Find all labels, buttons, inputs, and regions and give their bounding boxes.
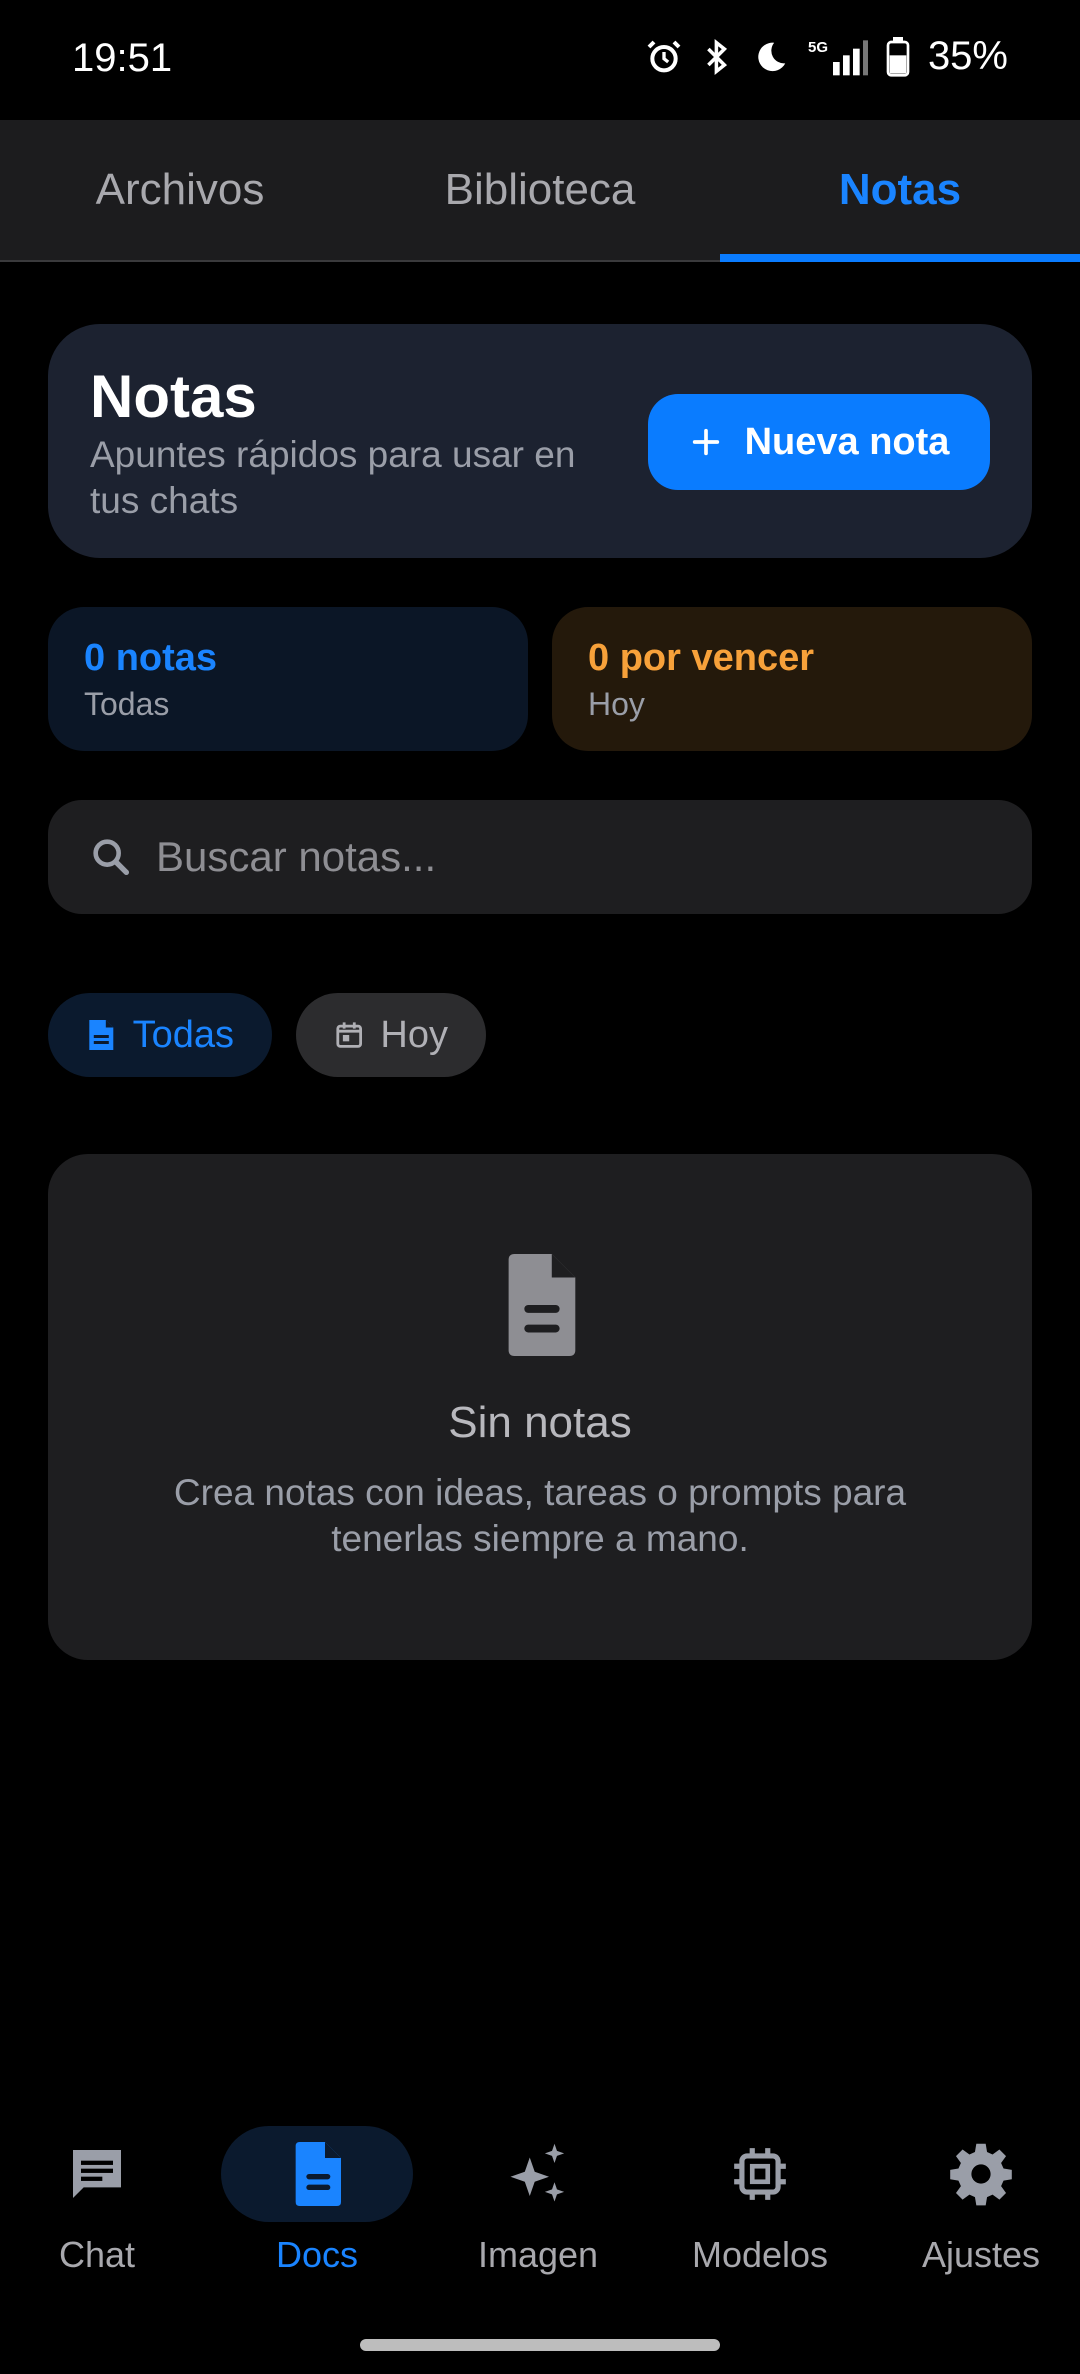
document-icon <box>295 2142 341 2206</box>
search-input[interactable] <box>156 833 956 881</box>
nav-label: Imagen <box>477 2234 599 2275</box>
status-icons: 5G 35% <box>644 34 1008 79</box>
notes-count-label: Todas <box>84 686 170 722</box>
chip-icon <box>734 2148 786 2200</box>
due-count-value: 0 por vencer <box>588 637 814 679</box>
nav-item-imagen[interactable]: Imagen <box>438 2108 638 2298</box>
nav-label: Modelos <box>691 2234 829 2275</box>
page-title: Notas <box>90 363 257 430</box>
nav-item-docs[interactable]: Docs <box>217 2108 417 2298</box>
signal-icon: 5G <box>808 39 868 75</box>
search-bar[interactable] <box>48 800 1032 914</box>
filter-chip-todas[interactable]: Todas <box>48 993 272 1077</box>
nav-item-chat[interactable]: Chat <box>0 2108 197 2298</box>
alarm-icon <box>647 40 681 72</box>
empty-state-card: Sin notas Crea notas con ideas, tareas o… <box>48 1154 1032 1660</box>
chat-icon <box>73 2150 121 2198</box>
notes-count-card[interactable]: 0 notas Todas <box>48 607 528 751</box>
moon-icon <box>758 42 786 71</box>
calendar-icon <box>336 1022 363 1048</box>
tab-notas[interactable]: Notas <box>720 120 1080 262</box>
due-count-label: Hoy <box>588 686 645 722</box>
bluetooth-icon <box>707 38 727 75</box>
nav-label: Ajustes <box>921 2234 1041 2275</box>
document-icon <box>508 1254 576 1356</box>
home-indicator[interactable] <box>360 2339 720 2351</box>
status-bar: 19:51 5G 35% <box>0 0 1080 120</box>
battery-icon <box>886 36 910 77</box>
new-note-label: Nueva nota <box>744 420 950 463</box>
nav-label: Chat <box>58 2234 136 2275</box>
gear-icon <box>950 2143 1012 2206</box>
plus-icon <box>692 428 719 456</box>
nav-item-modelos[interactable]: Modelos <box>660 2108 860 2298</box>
top-tabs: Archivos Biblioteca Notas <box>0 120 1080 262</box>
tab-biblioteca[interactable]: Biblioteca <box>360 120 720 260</box>
battery-percent: 35% <box>927 34 1008 78</box>
sparkles-icon <box>510 2143 565 2202</box>
notes-header-card: Notas Apuntes rápidos para usar en tus c… <box>48 324 1032 558</box>
document-icon <box>89 1020 114 1050</box>
empty-state-title: Sin notas <box>448 1398 632 1447</box>
nav-item-ajustes[interactable]: Ajustes <box>881 2108 1080 2298</box>
status-time: 19:51 <box>72 36 173 80</box>
new-note-button[interactable]: Nueva nota <box>648 394 990 490</box>
due-count-card[interactable]: 0 por vencer Hoy <box>552 607 1032 751</box>
nav-label: Docs <box>275 2234 359 2275</box>
network-label: 5G <box>808 39 828 56</box>
bottom-navigation: Chat Docs Imagen Modelos Ajustes <box>0 2108 1080 2298</box>
search-icon <box>93 839 130 876</box>
notes-count-value: 0 notas <box>84 637 218 679</box>
filter-chip-label: Hoy <box>380 1013 448 1056</box>
page-subtitle: Apuntes rápidos para usar en tus chats <box>90 434 576 521</box>
filter-chip-label: Todas <box>132 1013 234 1056</box>
empty-state-description: Crea notas con ideas, tareas o prompts p… <box>173 1472 907 1559</box>
filter-chip-hoy[interactable]: Hoy <box>296 993 486 1077</box>
tab-archivos[interactable]: Archivos <box>0 120 360 260</box>
